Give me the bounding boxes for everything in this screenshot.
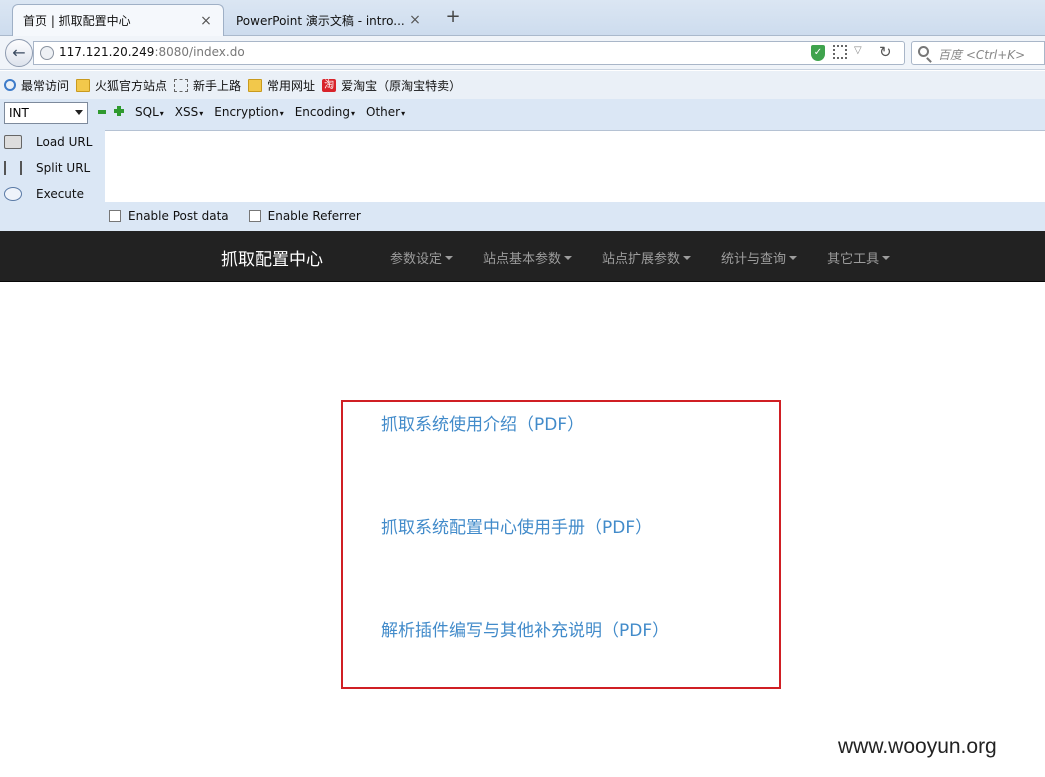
url-bar[interactable]: 117.121.20.249:8080/index.do ✓ ▽ ↻: [33, 41, 905, 65]
execute-button[interactable]: Execute: [0, 181, 104, 207]
taobao-icon: 淘: [322, 78, 337, 92]
highlight-box: [341, 400, 781, 689]
search-bar[interactable]: 百度 <Ctrl+K>: [911, 41, 1045, 65]
checkbox-box[interactable]: [109, 210, 121, 222]
close-icon[interactable]: ×: [199, 13, 213, 29]
new-tab-button[interactable]: +: [442, 6, 464, 30]
scissors-icon: [4, 161, 22, 175]
chevron-down-icon: [75, 110, 83, 115]
bookmark-label: 最常访问: [21, 78, 70, 93]
caret-down-icon: [683, 255, 692, 260]
folder-icon: [76, 78, 91, 92]
shield-icon[interactable]: ✓: [811, 45, 825, 61]
split-url-button[interactable]: Split URL: [0, 155, 104, 181]
bookmark-getting-started[interactable]: 新手上路: [174, 77, 241, 94]
caret-down-icon: [445, 255, 454, 260]
hackbar-options: Enable Post data Enable Referrer: [109, 209, 381, 223]
tab-powerpoint[interactable]: PowerPoint 演示文稿 - intro... ×: [226, 4, 432, 36]
nav-other-tools[interactable]: 其它工具: [827, 248, 891, 267]
nav-parameter-settings[interactable]: 参数设定: [390, 248, 454, 267]
load-icon: [4, 135, 22, 149]
link-plugin-guide-pdf[interactable]: 解析插件编写与其他补充说明（PDF）: [381, 616, 669, 641]
link-config-manual-pdf[interactable]: 抓取系统配置中心使用手册（PDF）: [381, 513, 652, 538]
nav-stats-query[interactable]: 统计与查询: [721, 248, 798, 267]
hackbar-actions: Load URL Split URL Execute: [0, 129, 104, 207]
type-select[interactable]: INT: [4, 102, 88, 124]
nav-site-extended-params[interactable]: 站点扩展参数: [602, 248, 692, 267]
tab-homepage[interactable]: 首页 | 抓取配置中心 ×: [12, 4, 224, 36]
browser-tab-strip: 首页 | 抓取配置中心 × PowerPoint 演示文稿 - intro...…: [0, 0, 1045, 36]
bookmark-label: 火狐官方站点: [95, 78, 168, 93]
url-text: 117.121.20.249:8080/index.do: [59, 45, 245, 59]
link-system-intro-pdf[interactable]: 抓取系统使用介绍（PDF）: [381, 410, 584, 435]
close-icon[interactable]: ×: [408, 12, 422, 28]
bookmark-common-sites[interactable]: 常用网址: [248, 77, 315, 94]
search-icon: [4, 79, 16, 91]
menu-encryption[interactable]: Encryption▾: [214, 105, 283, 119]
checkbox-box[interactable]: [248, 210, 261, 222]
load-url-button[interactable]: Load URL: [0, 129, 104, 155]
screenshot-root: 首页 | 抓取配置中心 × PowerPoint 演示文稿 - intro...…: [0, 0, 1045, 777]
play-icon: [4, 187, 22, 201]
menu-xss[interactable]: XSS▾: [175, 105, 203, 119]
type-select-value: INT: [9, 106, 29, 120]
plus-icon[interactable]: [114, 106, 124, 116]
nav-site-basic-params[interactable]: 站点基本参数: [483, 248, 573, 267]
menu-sql[interactable]: SQL▾: [135, 105, 164, 119]
site-nav-menus: 参数设定 站点基本参数 站点扩展参数 统计与查询 其它工具: [390, 248, 920, 267]
menu-other[interactable]: Other▾: [366, 105, 405, 119]
back-button[interactable]: ←: [5, 39, 33, 67]
bookmarks-toolbar: 最常访问 火狐官方站点 新手上路 常用网址 淘 爱淘宝（原淘宝特卖）: [0, 71, 1045, 99]
tab-label: 首页 | 抓取配置中心: [23, 14, 131, 28]
caret-down-icon: [564, 255, 573, 260]
hackbar-panel: INT SQL▾ XSS▾ Encryption▾ Encoding▾ Othe…: [0, 99, 1045, 231]
chevron-down-icon[interactable]: ▽: [854, 45, 862, 56]
bookmark-firefox-site[interactable]: 火狐官方站点: [76, 77, 167, 94]
bookmark-label: 爱淘宝（原淘宝特卖）: [341, 78, 462, 93]
dashed-page-icon: [174, 78, 189, 92]
watermark: www.wooyun.org: [838, 735, 997, 758]
enable-referrer-checkbox[interactable]: Enable Referrer: [248, 209, 361, 223]
tab-label: PowerPoint 演示文稿 - intro...: [236, 13, 405, 28]
search-placeholder: 百度 <Ctrl+K>: [938, 48, 1026, 62]
hackbar-menus: SQL▾ XSS▾ Encryption▾ Encoding▾ Other▾: [135, 105, 416, 119]
bookmark-label: 常用网址: [267, 78, 316, 93]
menu-encoding[interactable]: Encoding▾: [295, 105, 355, 119]
globe-icon: [40, 46, 54, 60]
hackbar-url-textarea[interactable]: [105, 130, 1045, 202]
browser-navigation-bar: ← 117.121.20.249:8080/index.do ✓ ▽ ↻ 百度 …: [0, 36, 1045, 70]
site-brand[interactable]: 抓取配置中心: [221, 245, 323, 270]
enable-post-data-checkbox[interactable]: Enable Post data: [109, 209, 229, 223]
reload-icon[interactable]: ↻: [879, 43, 892, 61]
bookmark-label: 新手上路: [193, 78, 242, 93]
qr-code-icon[interactable]: [833, 45, 847, 59]
bookmark-taobao[interactable]: 淘 爱淘宝（原淘宝特卖）: [322, 77, 461, 94]
bookmark-most-visited[interactable]: 最常访问: [4, 77, 69, 94]
site-navbar: 抓取配置中心 参数设定 站点基本参数 站点扩展参数 统计与查询 其它工具: [0, 231, 1045, 282]
folder-icon: [248, 78, 263, 92]
caret-down-icon: [789, 255, 798, 260]
search-icon: [918, 46, 929, 57]
caret-down-icon: [882, 255, 891, 260]
minus-icon[interactable]: [98, 110, 106, 114]
